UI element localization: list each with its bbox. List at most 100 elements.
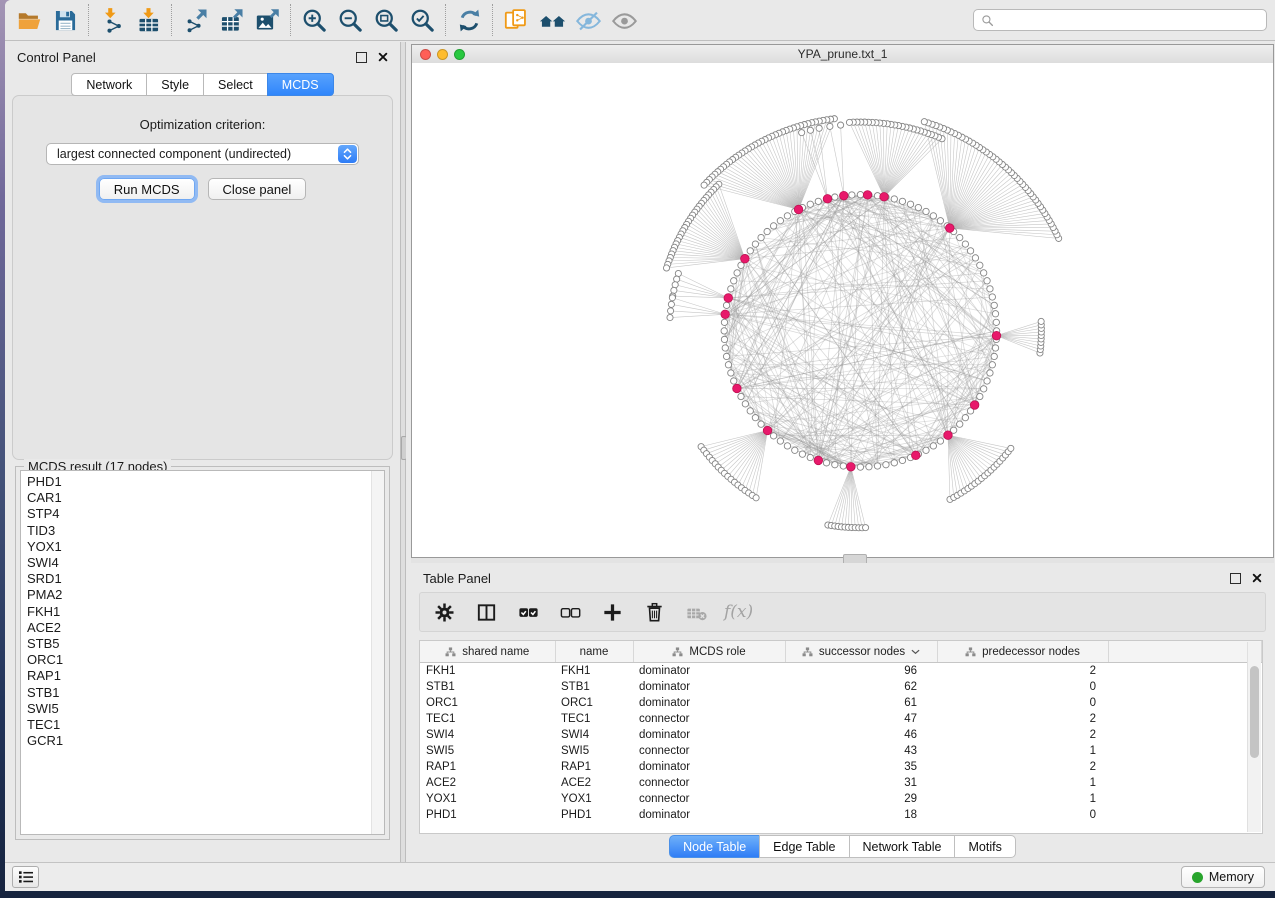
show-all-button[interactable] <box>606 3 642 37</box>
result-node-item[interactable]: GCR1 <box>27 733 384 749</box>
fx-button: f(x) <box>724 598 753 626</box>
column-header-successor-nodes[interactable]: successor nodes <box>785 641 937 663</box>
delete-button[interactable] <box>640 598 668 626</box>
hide-selected-button[interactable] <box>570 3 606 37</box>
tab-style[interactable]: Style <box>146 73 204 96</box>
result-node-item[interactable]: STP4 <box>27 506 384 522</box>
mcds-result-scrollbar[interactable] <box>371 471 384 834</box>
result-node-item[interactable]: SWI4 <box>27 555 384 571</box>
column-header-shared-name[interactable]: shared name <box>420 641 555 663</box>
status-bar: Memory <box>5 862 1275 891</box>
network-view-window: YPA_prune.txt_1 <box>411 44 1274 558</box>
refresh-button[interactable] <box>451 3 487 37</box>
traffic-light-zoom[interactable] <box>454 49 465 60</box>
table-row[interactable]: FKH1FKH1dominator962 <box>420 663 1262 680</box>
import-table-button[interactable] <box>130 3 166 37</box>
duplicate-network-button[interactable] <box>498 3 534 37</box>
search-box[interactable] <box>973 9 1267 31</box>
export-network-button[interactable] <box>177 3 213 37</box>
table-row[interactable]: STB1STB1dominator620 <box>420 679 1262 695</box>
traffic-light-close[interactable] <box>420 49 431 60</box>
zoom-out-button[interactable] <box>332 3 368 37</box>
table-row[interactable]: YOX1YOX1connector291 <box>420 791 1262 807</box>
export-table-button[interactable] <box>213 3 249 37</box>
result-node-item[interactable]: SWI5 <box>27 701 384 717</box>
result-node-item[interactable]: YOX1 <box>27 539 384 555</box>
split-columns-button[interactable] <box>472 598 500 626</box>
zoom-fit-button[interactable] <box>368 3 404 37</box>
task-history-button[interactable] <box>12 866 39 888</box>
export-image-button[interactable] <box>249 3 285 37</box>
zoom-selected-button[interactable] <box>404 3 440 37</box>
cell-name: YOX1 <box>555 791 633 807</box>
column-type-icon <box>802 647 813 657</box>
cell-successor-nodes: 62 <box>785 679 937 695</box>
optimization-criterion-select[interactable]: largest connected component (undirected) <box>46 143 359 165</box>
column-header-predecessor-nodes[interactable]: predecessor nodes <box>937 641 1108 663</box>
open-button[interactable] <box>11 3 47 37</box>
table-row[interactable]: SWI5SWI5connector431 <box>420 743 1262 759</box>
zoom-in-button[interactable] <box>296 3 332 37</box>
settings-button[interactable] <box>430 598 458 626</box>
cell-predecessor-nodes: 1 <box>937 743 1108 759</box>
float-panel-icon[interactable] <box>1230 573 1241 584</box>
table-row[interactable]: ACE2ACE2connector311 <box>420 775 1262 791</box>
table-scrollbar[interactable] <box>1247 642 1261 832</box>
tab-node-table[interactable]: Node Table <box>669 835 760 858</box>
result-node-item[interactable]: PMA2 <box>27 587 384 603</box>
deselect-all-button[interactable] <box>556 598 584 626</box>
tab-network-table[interactable]: Network Table <box>849 835 956 858</box>
result-node-item[interactable]: CAR1 <box>27 490 384 506</box>
cell-shared-name: YOX1 <box>420 791 555 807</box>
cell-name: STB1 <box>555 679 633 695</box>
table-row[interactable]: PHD1PHD1dominator180 <box>420 807 1262 823</box>
table-row[interactable]: RAP1RAP1dominator352 <box>420 759 1262 775</box>
memory-label: Memory <box>1209 870 1254 884</box>
network-canvas[interactable] <box>412 63 1273 557</box>
tab-select[interactable]: Select <box>203 73 268 96</box>
traffic-light-minimize[interactable] <box>437 49 448 60</box>
result-node-item[interactable]: STB1 <box>27 685 384 701</box>
cell-successor-nodes: 35 <box>785 759 937 775</box>
save-button[interactable] <box>47 3 83 37</box>
result-node-item[interactable]: FKH1 <box>27 604 384 620</box>
table-row[interactable]: SWI4SWI4dominator462 <box>420 727 1262 743</box>
result-node-item[interactable]: TID3 <box>27 523 384 539</box>
column-header-MCDS-role[interactable]: MCDS role <box>633 641 785 663</box>
close-panel-icon[interactable] <box>378 52 388 62</box>
column-header-name[interactable]: name <box>555 641 633 663</box>
close-panel-button[interactable]: Close panel <box>208 178 307 200</box>
result-node-item[interactable]: RAP1 <box>27 668 384 684</box>
scrollbar-thumb[interactable] <box>1250 666 1259 758</box>
result-node-item[interactable]: ORC1 <box>27 652 384 668</box>
cell-shared-name: ORC1 <box>420 695 555 711</box>
tab-edge-table[interactable]: Edge Table <box>759 835 849 858</box>
add-button[interactable] <box>598 598 626 626</box>
network-graph[interactable] <box>412 63 1273 557</box>
cell-MCDS-role: connector <box>633 743 785 759</box>
memory-button[interactable]: Memory <box>1181 866 1265 888</box>
deselect-all-icon <box>559 601 582 624</box>
cell-predecessor-nodes: 1 <box>937 775 1108 791</box>
result-node-item[interactable]: PHD1 <box>27 474 384 490</box>
table-row[interactable]: TEC1TEC1connector472 <box>420 711 1262 727</box>
import-network-button[interactable] <box>94 3 130 37</box>
result-node-item[interactable]: TEC1 <box>27 717 384 733</box>
mcds-result-list[interactable]: PHD1CAR1STP4TID3YOX1SWI4SRD1PMA2FKH1ACE2… <box>20 470 385 835</box>
control-panel-header: Control Panel <box>5 42 400 70</box>
run-mcds-button[interactable]: Run MCDS <box>99 178 195 200</box>
tab-network[interactable]: Network <box>71 73 147 96</box>
select-all-button[interactable] <box>514 598 542 626</box>
float-panel-icon[interactable] <box>356 52 367 63</box>
tab-mcds[interactable]: MCDS <box>267 73 334 96</box>
first-neighbors-button[interactable] <box>534 3 570 37</box>
result-node-item[interactable]: ACE2 <box>27 620 384 636</box>
result-node-item[interactable]: SRD1 <box>27 571 384 587</box>
function-builder-icon: f(x) <box>724 602 753 622</box>
search-input[interactable] <box>999 10 1266 30</box>
table-row[interactable]: ORC1ORC1dominator610 <box>420 695 1262 711</box>
close-panel-icon[interactable] <box>1252 573 1262 583</box>
cell-name: ACE2 <box>555 775 633 791</box>
result-node-item[interactable]: STB5 <box>27 636 384 652</box>
tab-motifs[interactable]: Motifs <box>954 835 1015 858</box>
